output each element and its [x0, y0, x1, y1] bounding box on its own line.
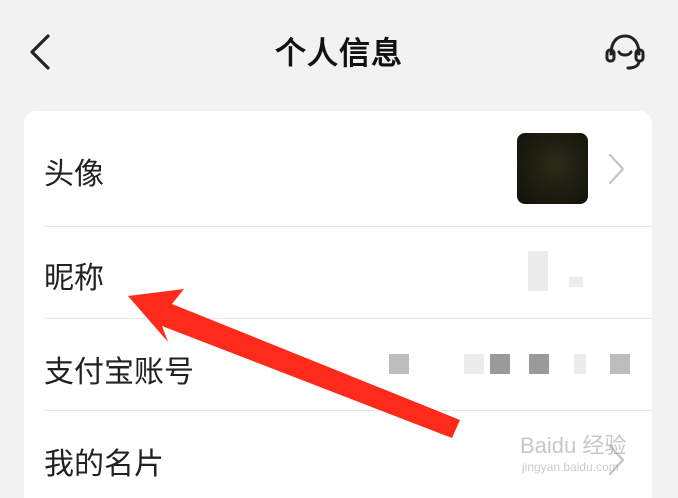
account-value-redacted: [389, 354, 409, 374]
headset-icon: [605, 34, 645, 70]
account-value-redacted: [574, 354, 586, 374]
row-label-alipay-account: 支付宝账号: [44, 355, 194, 390]
page-title: 个人信息: [275, 36, 403, 72]
row-label-nickname: 昵称: [44, 261, 104, 296]
row-label-my-card: 我的名片: [44, 447, 164, 482]
account-value-redacted: [529, 354, 549, 374]
watermark-brand: Baidu 经验: [520, 433, 627, 458]
baidu-jingyan-watermark: Baidu 经验 jingyan.baidu.com: [520, 424, 650, 484]
account-value-redacted: [610, 354, 630, 374]
avatar[interactable]: [517, 133, 588, 204]
nav-bar: 个人信息: [0, 0, 678, 100]
account-value-redacted: [464, 354, 484, 374]
row-nickname[interactable]: 昵称: [24, 227, 652, 318]
nickname-value-redacted-part: [569, 277, 583, 287]
row-label-avatar: 头像: [44, 157, 104, 192]
row-alipay-account[interactable]: 支付宝账号: [24, 319, 652, 410]
customer-service-button[interactable]: [602, 30, 648, 72]
watermark-url: jingyan.baidu.com: [522, 460, 619, 474]
nickname-value-redacted: [528, 251, 548, 291]
personal-info-screen: 个人信息 头像 昵称 支付宝账号 我的名片 Baidu 经验 jingyan.b…: [0, 0, 678, 498]
chevron-right-icon: [608, 153, 625, 185]
account-value-redacted: [490, 354, 510, 374]
row-avatar[interactable]: 头像: [24, 111, 652, 227]
